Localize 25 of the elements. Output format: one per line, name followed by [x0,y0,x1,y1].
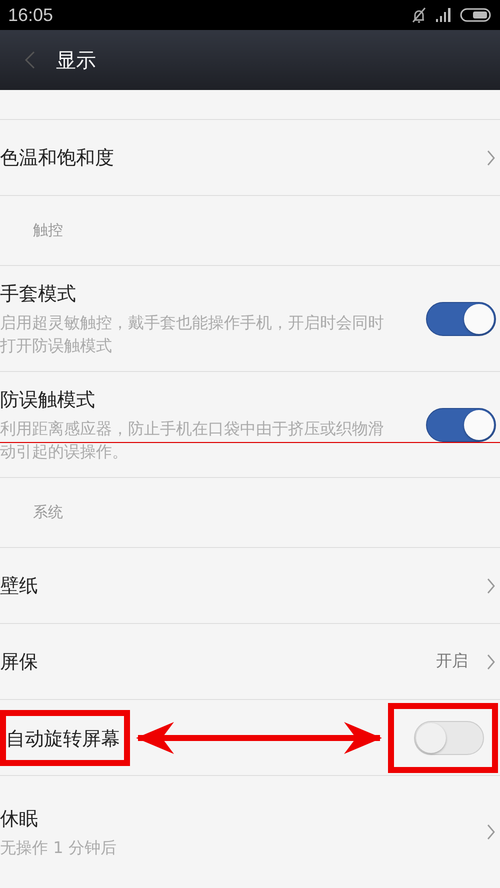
toggle-switch[interactable] [426,302,496,336]
setting-label: 防误触模式 [0,388,96,412]
setting-label: 色温和饱和度 [0,146,115,170]
setting-label: 休眠 [0,806,39,832]
section-header: 系统 [33,503,63,522]
chevron-right-icon [486,576,496,594]
setting-label: 壁纸 [0,574,39,598]
signal-icon [436,8,452,22]
muted-bell-icon [410,6,428,24]
setting-label: 自动旋转屏幕 [6,726,120,752]
setting-description: 无操作 1 分钟后 [0,836,118,858]
setting-label: 手套模式 [0,282,77,306]
page-title: 显示 [56,46,96,74]
toggle-switch[interactable] [426,408,496,442]
chevron-right-icon [486,148,496,166]
battery-icon [460,8,492,22]
chevron-right-icon [486,823,496,841]
status-time: 16:05 [8,4,54,26]
section-header: 触控 [33,221,63,240]
setting-value: 开启 [436,651,468,672]
back-icon [24,50,36,70]
setting-description: 利用距离感应器，防止手机在口袋中由于挤压或织物滑动引起的误操作。 [0,418,385,462]
chevron-right-icon [486,652,496,670]
setting-description: 启用超灵敏触控，戴手套也能操作手机，开启时会同时打开防误触模式 [0,312,385,356]
setting-label: 屏保 [0,650,39,674]
